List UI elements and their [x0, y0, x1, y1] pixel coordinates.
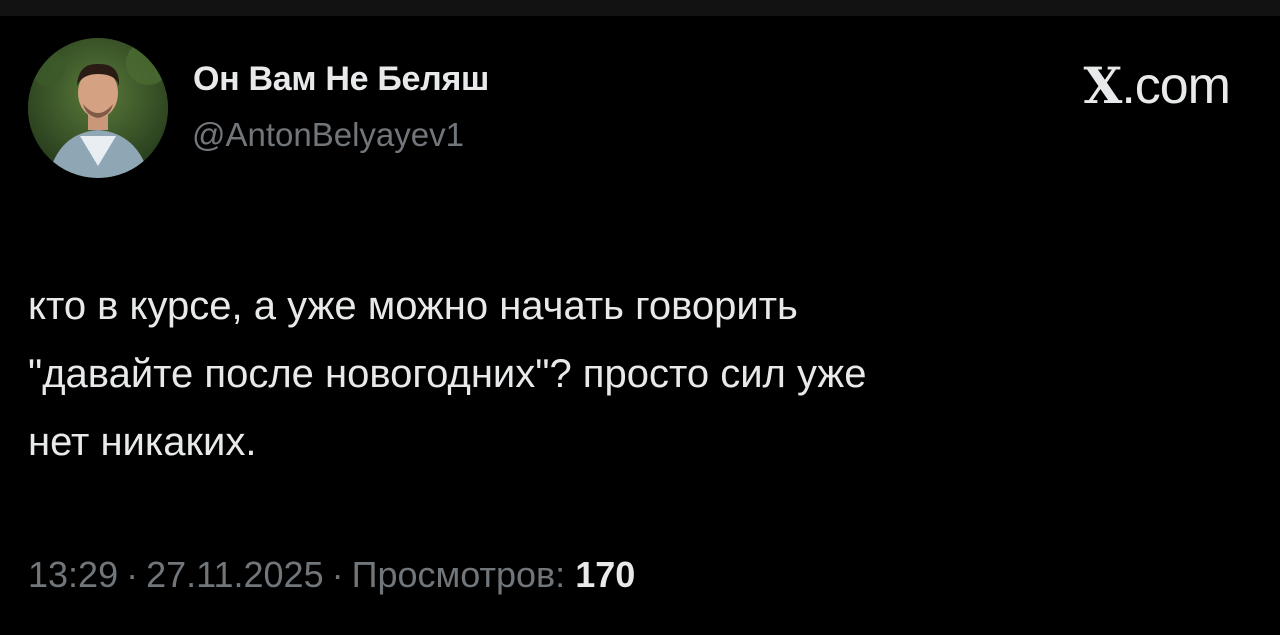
- views-count: 170: [575, 554, 636, 595]
- meta-separator: ·: [126, 554, 139, 595]
- tweet-text: кто в курсе, а уже можно начать говорить…: [28, 284, 867, 464]
- avatar-photo-icon: [28, 38, 168, 178]
- avatar[interactable]: [28, 38, 168, 178]
- x-logo-icon: X: [1083, 56, 1123, 115]
- author-handle[interactable]: @AntonBelyayev1: [192, 116, 464, 154]
- views-label: Просмотров:: [351, 554, 566, 595]
- author-display-name[interactable]: Он Вам Не Беляш: [193, 60, 489, 99]
- tweet-time[interactable]: 13:29: [28, 554, 118, 595]
- top-bar: [0, 0, 1280, 16]
- tweet-meta: 13:29 · 27.11.2025 · Просмотров: 170: [28, 554, 635, 596]
- brand-domain-label: .com: [1121, 57, 1231, 115]
- x-com-logo: X.com: [1083, 56, 1231, 116]
- meta-separator: ·: [331, 554, 344, 595]
- tweet-date[interactable]: 27.11.2025: [146, 554, 324, 595]
